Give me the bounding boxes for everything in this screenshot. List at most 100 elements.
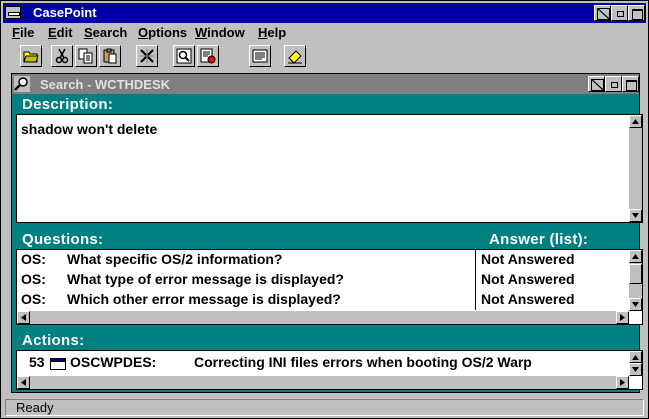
menu-help-rest: elp	[267, 25, 287, 40]
arrow-up-icon	[632, 355, 639, 360]
cut-button[interactable]	[51, 45, 73, 67]
question-prefix: OS:	[21, 251, 46, 267]
menu-window-mnemonic: W	[195, 25, 208, 40]
notes-icon	[252, 49, 268, 63]
menu-edit[interactable]: Edit	[48, 25, 73, 40]
status-text: Ready	[5, 399, 644, 416]
status-bar: Ready	[3, 397, 646, 417]
child-title: Search - WCTHDESK	[40, 77, 171, 92]
questions-scroll-thumb[interactable]	[629, 264, 642, 284]
question-prefix: OS:	[21, 291, 46, 307]
open-button[interactable]	[20, 45, 42, 67]
find-icon	[176, 48, 192, 64]
actions-scroll-left-button[interactable]	[17, 376, 30, 389]
arrow-left-icon	[21, 314, 26, 321]
question-prefix: OS:	[21, 271, 46, 287]
actions-label: Actions:	[22, 332, 85, 349]
arrow-down-icon	[632, 367, 639, 372]
actions-scroll-right-button[interactable]	[616, 376, 629, 389]
description-textarea[interactable]: shadow won't delete	[16, 114, 643, 223]
menu-search[interactable]: Search	[84, 25, 127, 40]
questions-scroll-up-button[interactable]	[629, 250, 642, 263]
stop-search-icon	[200, 48, 216, 64]
paste-button[interactable]	[99, 45, 121, 67]
arrow-left-icon	[21, 379, 26, 386]
menu-edit-rest: dit	[56, 25, 73, 40]
child-maximize-button[interactable]	[622, 76, 639, 92]
menu-file[interactable]: File	[12, 25, 34, 40]
casepoint-window: CasePoint File Edit Search Options Windo…	[0, 0, 649, 419]
questions-hscroll[interactable]	[17, 311, 629, 324]
copy-button[interactable]	[75, 45, 97, 67]
question-text: What specific OS/2 information?	[67, 251, 283, 267]
menu-edit-mnemonic: E	[48, 25, 57, 40]
title-bar[interactable]: CasePoint	[3, 3, 646, 23]
questions-vscroll[interactable]	[629, 250, 642, 311]
window-title: CasePoint	[33, 5, 97, 20]
arrow-right-icon	[620, 379, 625, 386]
minimize-button[interactable]	[611, 5, 628, 21]
question-text: Which other error message is displayed?	[67, 291, 341, 307]
menu-options-mnemonic: O	[138, 25, 149, 40]
menu-help-mnemonic: H	[258, 25, 268, 40]
magnifier-icon[interactable]	[14, 76, 30, 92]
child-hide-button[interactable]	[588, 76, 605, 92]
action-row[interactable]: 53 OSCWPDES: Correcting INI files errors…	[17, 353, 642, 373]
actions-hscroll[interactable]	[17, 376, 629, 389]
description-scroll-up-button[interactable]	[629, 115, 642, 128]
answer-list-label: Answer (list):	[489, 231, 589, 248]
cut-icon	[55, 48, 69, 64]
clear-button[interactable]	[136, 45, 158, 67]
actions-list[interactable]: 53 OSCWPDES: Correcting INI files errors…	[16, 350, 643, 390]
description-vscroll[interactable]	[629, 115, 642, 222]
menu-bar: File Edit Search Options Window Help	[3, 23, 646, 43]
copy-icon	[78, 48, 93, 64]
questions-list[interactable]: OS: What specific OS/2 information? Not …	[16, 249, 643, 325]
description-text: shadow won't delete	[21, 121, 158, 137]
eraser-button[interactable]	[284, 45, 306, 67]
menu-file-rest: ile	[19, 25, 35, 40]
toolbar	[3, 43, 646, 73]
menu-help[interactable]: Help	[258, 25, 286, 40]
arrow-down-icon	[632, 302, 639, 307]
questions-scroll-left-button[interactable]	[17, 311, 30, 324]
actions-scroll-down-button[interactable]	[629, 363, 642, 376]
description-label: Description:	[22, 96, 114, 113]
answer-text[interactable]: Not Answered	[481, 271, 575, 287]
open-folder-icon	[23, 51, 39, 63]
questions-scroll-right-button[interactable]	[616, 311, 629, 324]
questions-scroll-down-button[interactable]	[629, 298, 642, 311]
child-minimize-button[interactable]	[605, 76, 622, 92]
actions-scroll-up-button[interactable]	[629, 351, 642, 363]
menu-file-mnemonic: F	[12, 25, 20, 40]
child-title-bar[interactable]: Search - WCTHDESK	[12, 74, 639, 94]
system-menu-icon[interactable]	[5, 6, 21, 19]
menu-options-rest: ptions	[148, 25, 188, 40]
arrow-up-icon	[632, 119, 639, 124]
arrow-right-icon	[620, 314, 625, 321]
action-score: 53	[29, 354, 45, 370]
hide-window-button[interactable]	[594, 5, 611, 21]
stop-search-button[interactable]	[197, 45, 219, 67]
question-row[interactable]: OS: Which other error message is display…	[17, 290, 642, 310]
question-row[interactable]: OS: What specific OS/2 information? Not …	[17, 250, 642, 270]
menu-options[interactable]: Options	[138, 25, 187, 40]
actions-vscroll[interactable]	[629, 351, 642, 376]
action-text: Correcting INI files errors when booting…	[194, 354, 532, 370]
description-scroll-down-button[interactable]	[629, 209, 642, 222]
search-child-window: Search - WCTHDESK Description: shadow wo…	[11, 73, 643, 393]
answer-text[interactable]: Not Answered	[481, 251, 575, 267]
document-icon	[50, 358, 66, 370]
paste-icon	[103, 48, 117, 64]
clear-icon	[140, 49, 154, 63]
menu-search-mnemonic: S	[84, 25, 93, 40]
notes-button[interactable]	[249, 45, 271, 67]
menu-window[interactable]: Window	[195, 25, 245, 40]
maximize-button[interactable]	[628, 5, 645, 21]
menu-search-rest: earch	[92, 25, 128, 40]
find-button[interactable]	[173, 45, 195, 67]
menu-window-rest: indow	[207, 25, 245, 40]
answer-text[interactable]: Not Answered	[481, 291, 575, 307]
question-row[interactable]: OS: What type of error message is displa…	[17, 270, 642, 290]
questions-label: Questions:	[22, 231, 104, 248]
